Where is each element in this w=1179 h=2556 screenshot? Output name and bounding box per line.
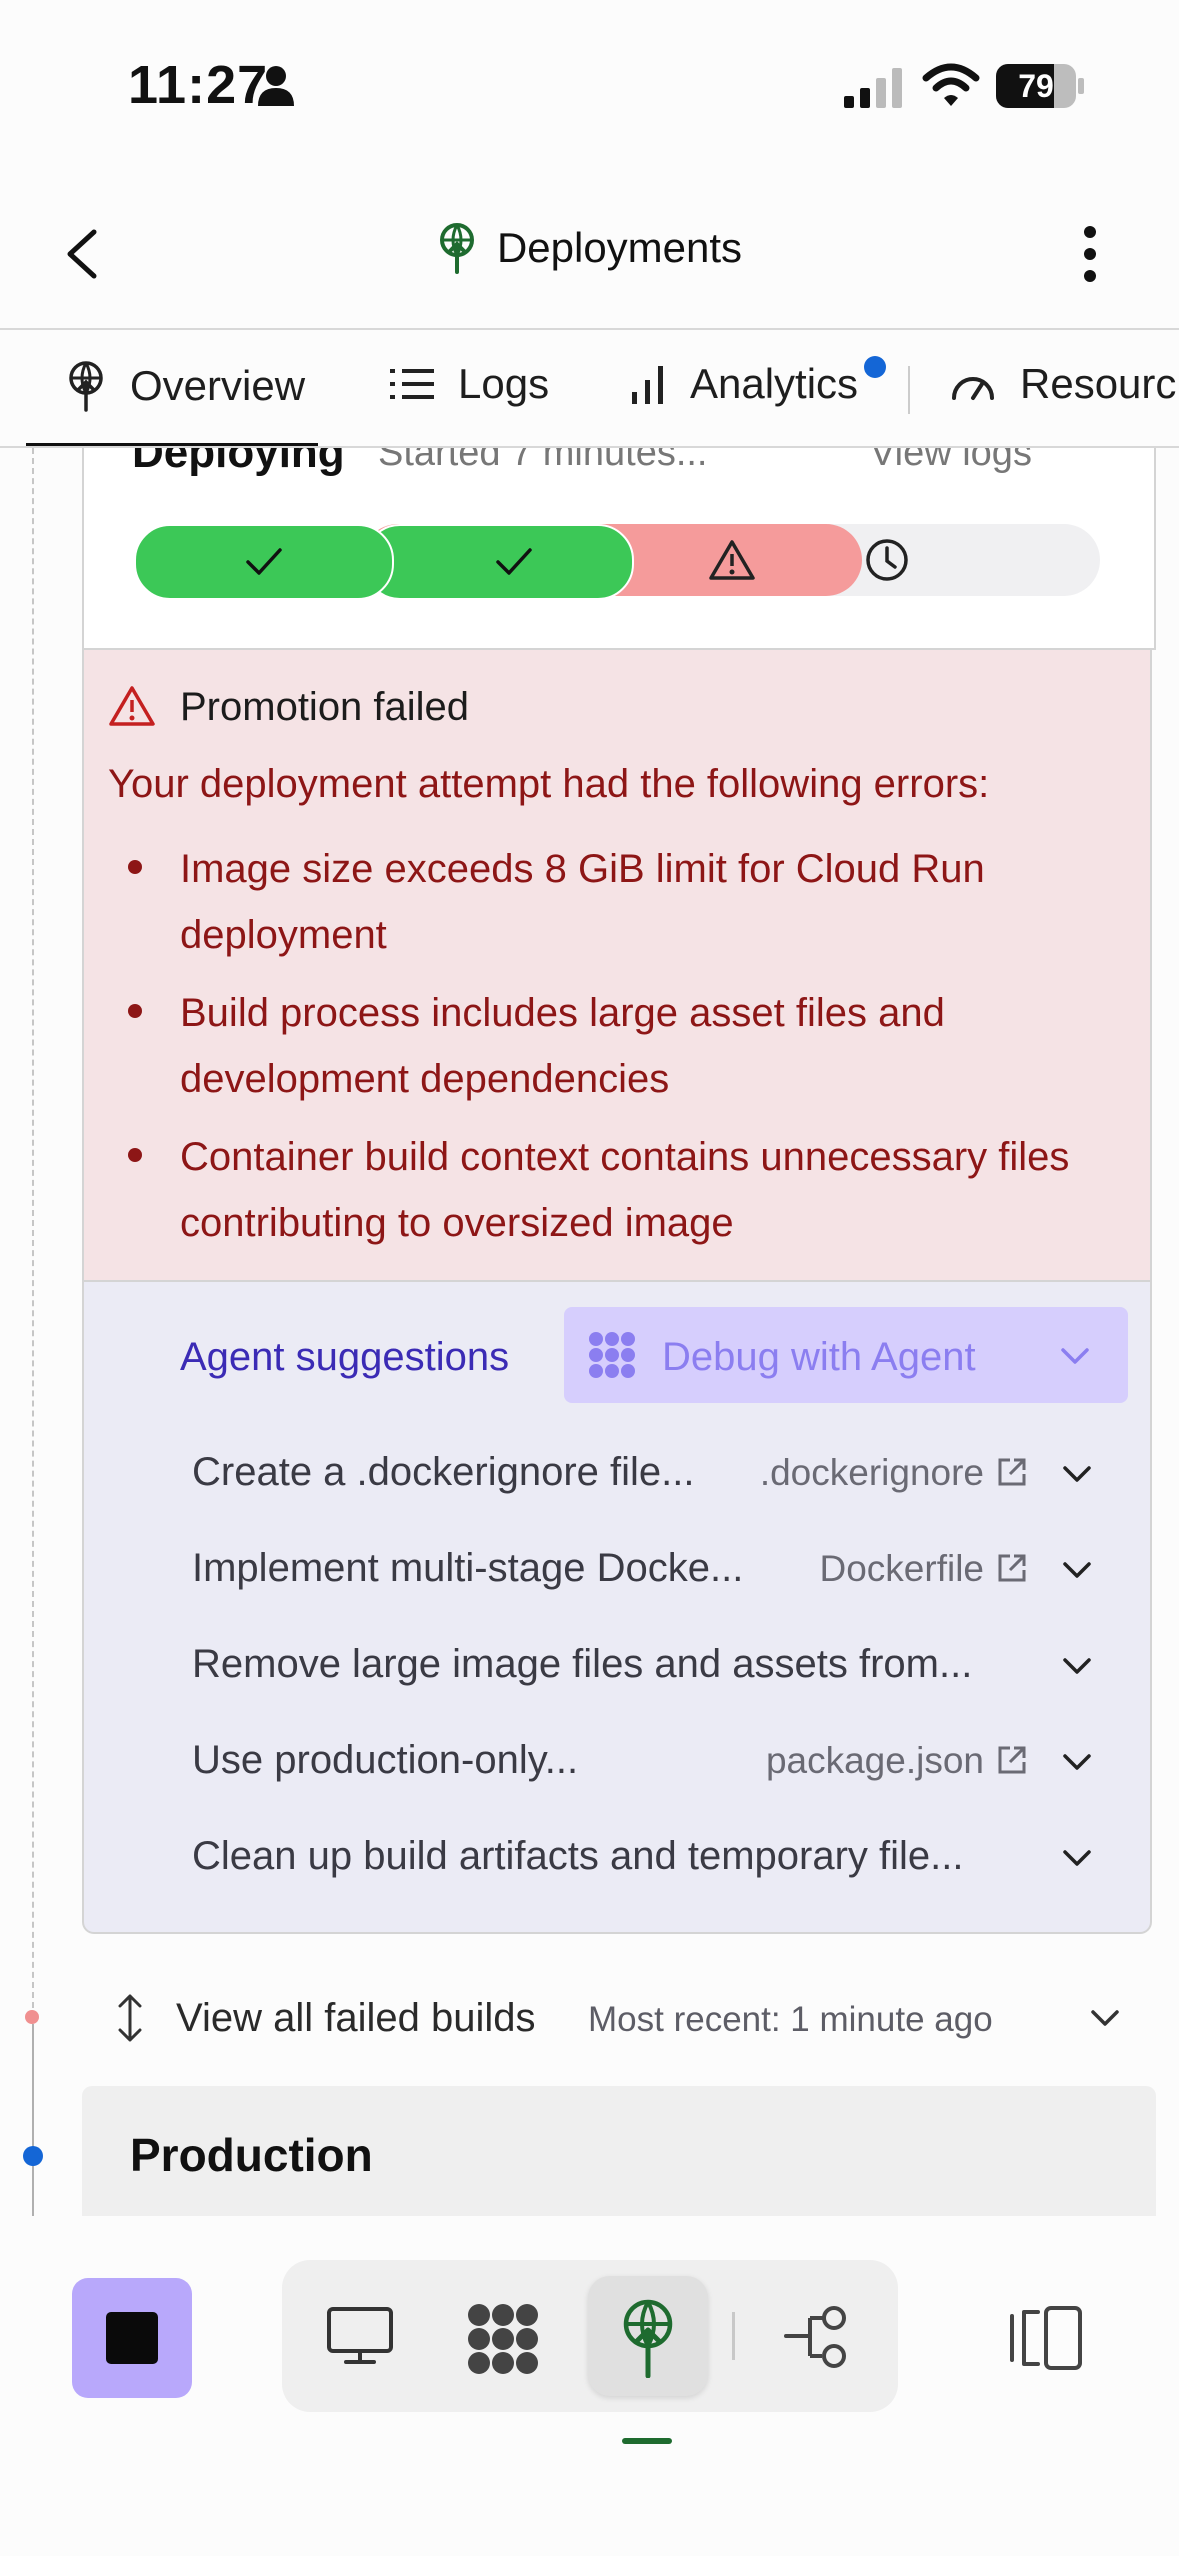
- stop-button[interactable]: [72, 2278, 192, 2398]
- tab-logs-label: Logs: [458, 360, 550, 407]
- warning-icon: [109, 686, 155, 726]
- view-logs-link[interactable]: View logs: [870, 448, 1032, 475]
- error-item: Build process includes large asset files…: [180, 980, 1140, 1112]
- tab-overview-label: Overview: [130, 362, 306, 409]
- overview-icon: [69, 361, 103, 412]
- nav-separator: [732, 2312, 735, 2360]
- timeline-production-dot: [23, 2146, 43, 2166]
- tab-analytics[interactable]: Analytics: [630, 360, 858, 408]
- expand-vertical-icon[interactable]: [112, 1992, 148, 2044]
- chevron-down-icon[interactable]: [1062, 1752, 1092, 1772]
- monitor-icon[interactable]: [326, 2306, 394, 2366]
- chevron-down-icon[interactable]: [1062, 1464, 1092, 1484]
- notification-dot: [864, 356, 886, 378]
- header-divider: [0, 328, 1179, 330]
- chevron-down-icon[interactable]: [1062, 1848, 1092, 1868]
- agent-suggestions-title: Agent suggestions: [180, 1335, 510, 1379]
- error-item: Image size exceeds 8 GiB limit for Cloud…: [180, 836, 1140, 968]
- external-link-icon[interactable]: [996, 1552, 1028, 1584]
- suggestion-file[interactable]: package.json: [700, 1740, 984, 1782]
- error-item-line: contributing to oversized image: [180, 1201, 734, 1245]
- suggestion-item[interactable]: Create a .dockerignore file...: [192, 1450, 694, 1495]
- deployments-nav-icon[interactable]: [618, 2298, 678, 2378]
- page-title: Deployments: [496, 224, 743, 271]
- view-failed-builds-link[interactable]: View all failed builds: [176, 1996, 535, 2041]
- tab-analytics-label: Analytics: [690, 360, 859, 407]
- tab-resources[interactable]: Resourc: [950, 360, 1176, 408]
- suggestion-item[interactable]: Remove large image files and assets from…: [192, 1642, 972, 1687]
- error-title: Promotion failed: [180, 685, 470, 729]
- error-item-line: Build process includes large asset files…: [180, 991, 945, 1035]
- status-time: 11:27: [128, 55, 269, 115]
- deploy-status-label: Deploying: [132, 428, 345, 477]
- chevron-down-icon[interactable]: [1090, 2008, 1120, 2028]
- suggestion-item[interactable]: Clean up build artifacts and temporary f…: [192, 1834, 964, 1879]
- deploy-started-text: Started 7 minutes...: [378, 432, 708, 474]
- chevron-down-icon[interactable]: [1062, 1656, 1092, 1676]
- list-icon: [390, 369, 434, 399]
- error-item-line: Container build context contains unneces…: [180, 1135, 1070, 1179]
- error-item-line: deployment: [180, 913, 387, 957]
- gauge-icon: [952, 377, 994, 400]
- tab-resources-label: Resourc: [1020, 360, 1177, 407]
- chevron-down-icon[interactable]: [1060, 1346, 1090, 1366]
- agent-icon: [589, 1332, 635, 1378]
- error-item-line: Image size exceeds 8 GiB limit for Cloud…: [180, 847, 985, 891]
- debug-with-agent-label: Debug with Agent: [662, 1335, 976, 1379]
- battery-tip: [1078, 78, 1084, 94]
- suggestion-file[interactable]: Dockerfile: [700, 1548, 985, 1590]
- more-options-icon[interactable]: [1076, 224, 1104, 284]
- battery-icon: 79: [996, 64, 1076, 108]
- suggestion-item[interactable]: Implement multi-stage Docke...: [192, 1546, 743, 1591]
- success-step-2: [364, 524, 634, 600]
- panel-toggle-icon[interactable]: [1008, 2302, 1084, 2374]
- external-link-icon[interactable]: [996, 1456, 1028, 1488]
- person-icon: [258, 66, 294, 106]
- timeline-failed-dot: [25, 2010, 39, 2024]
- active-nav-indicator: [622, 2438, 672, 2444]
- tab-overview[interactable]: Overview: [66, 360, 305, 412]
- bullet: [128, 860, 142, 874]
- external-link-icon[interactable]: [996, 1744, 1028, 1776]
- error-item: Container build context contains unneces…: [180, 1124, 1140, 1256]
- check-icon: [246, 548, 282, 575]
- check-icon: [496, 548, 532, 575]
- suggestion-file[interactable]: .dockerignore: [700, 1452, 984, 1494]
- stop-icon: [106, 2312, 158, 2364]
- tab-logs[interactable]: Logs: [390, 360, 549, 408]
- wifi-icon: [922, 63, 980, 106]
- deployments-icon: [439, 223, 474, 274]
- bullet: [128, 1148, 142, 1162]
- git-branch-icon[interactable]: [784, 2304, 854, 2374]
- production-label: Production: [130, 2129, 373, 2181]
- bar-chart-icon: [632, 366, 663, 404]
- suggestion-item[interactable]: Use production-only...: [192, 1738, 578, 1783]
- battery-level: 79: [1018, 68, 1054, 104]
- cellular-signal-icon: [844, 68, 902, 108]
- timeline-dashed-line: [32, 448, 34, 2008]
- header: Deployments: [0, 222, 1179, 274]
- error-item-line: development dependencies: [180, 1057, 670, 1101]
- chevron-down-icon[interactable]: [1062, 1560, 1092, 1580]
- tab-separator: [908, 366, 910, 414]
- bullet: [128, 1004, 142, 1018]
- clock-icon: [866, 539, 908, 581]
- success-step-1: [134, 524, 394, 600]
- timeline-solid-line: [32, 2024, 34, 2216]
- warning-icon: [709, 540, 755, 580]
- agent-nav-icon[interactable]: [466, 2302, 540, 2376]
- error-intro: Your deployment attempt had the followin…: [108, 762, 990, 806]
- most-recent-text: Most recent: 1 minute ago: [588, 2000, 993, 2039]
